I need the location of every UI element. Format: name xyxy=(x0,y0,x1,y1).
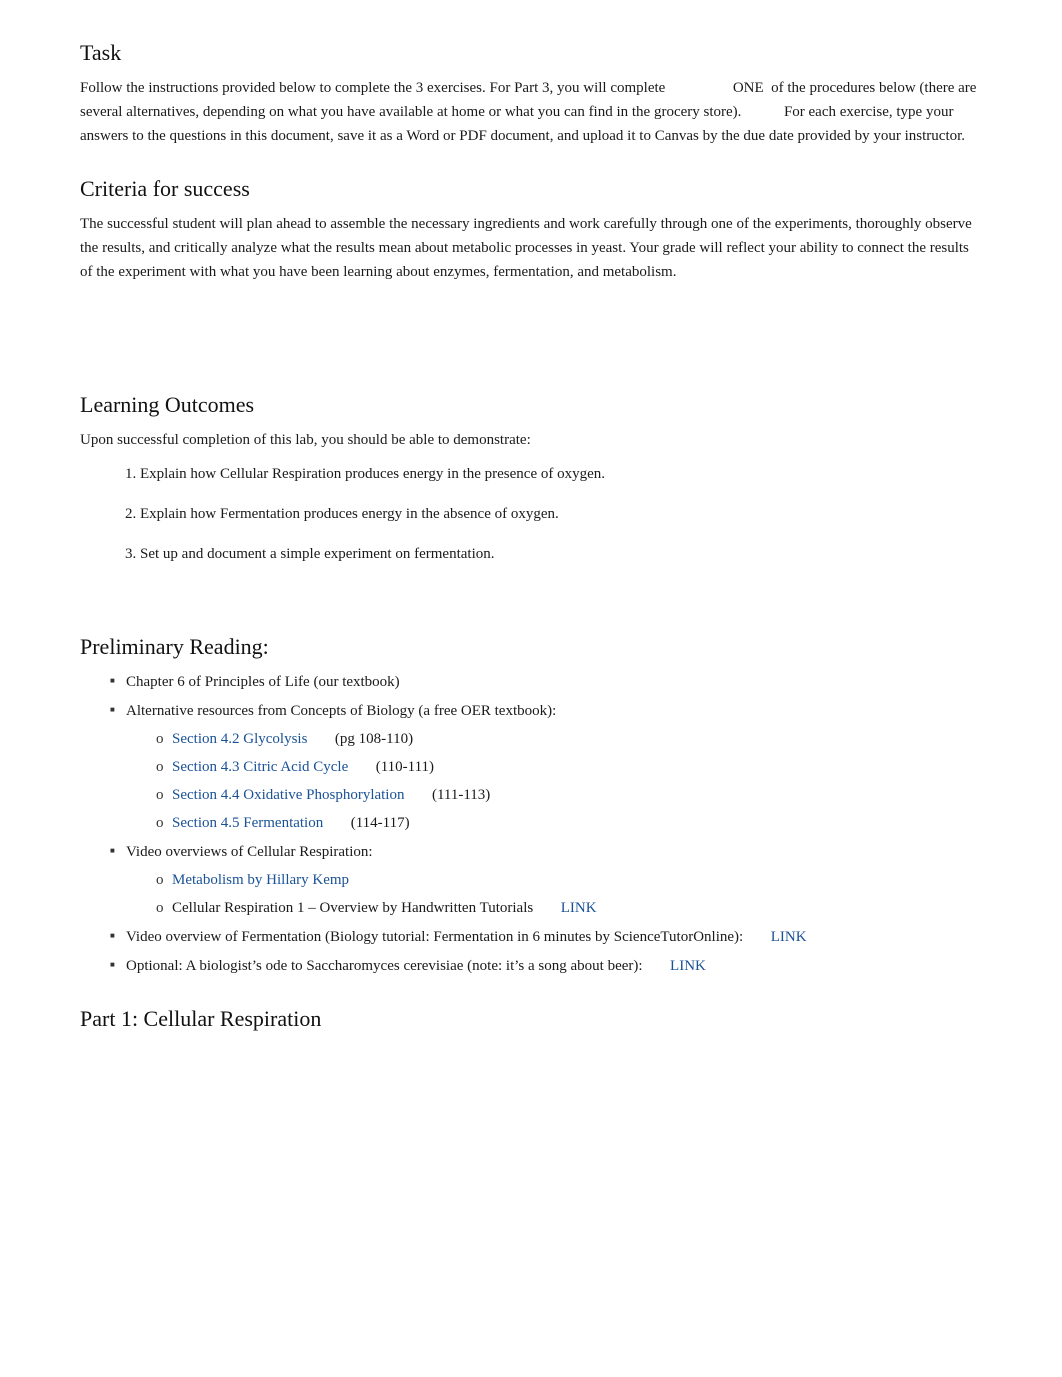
list-item: Section 4.2 Glycolysis (pg 108-110) xyxy=(156,727,982,751)
list-item: Chapter 6 of Principles of Life (our tex… xyxy=(110,670,982,694)
section-4-4-link[interactable]: Section 4.4 Oxidative Phosphorylation xyxy=(172,787,404,803)
bullet4-text: Video overview of Fermentation (Biology … xyxy=(126,929,743,945)
list-item: Optional: A biologist’s ode to Saccharom… xyxy=(110,954,982,978)
optional-song-link[interactable]: LINK xyxy=(670,958,706,974)
spacer3 xyxy=(80,594,982,634)
criteria-body: The successful student will plan ahead t… xyxy=(80,212,982,284)
list-item: Metabolism by Hillary Kemp xyxy=(156,868,982,892)
spacer2 xyxy=(80,352,982,392)
spacer1 xyxy=(80,312,982,352)
list-item: Section 4.4 Oxidative Phosphorylation (1… xyxy=(156,783,982,807)
list-item: Alternative resources from Concepts of B… xyxy=(110,699,982,835)
list-item: Explain how Cellular Respiration produce… xyxy=(140,462,982,486)
bullet5-text: Optional: A biologist’s ode to Saccharom… xyxy=(126,958,643,974)
section-4-5-link[interactable]: Section 4.5 Fermentation xyxy=(172,815,323,831)
sub-reading-list: Section 4.2 Glycolysis (pg 108-110) Sect… xyxy=(126,727,982,835)
section-4-5-pages: (114-117) xyxy=(351,815,410,831)
criteria-heading: Criteria for success xyxy=(80,176,982,202)
bullet1-text: Chapter 6 of Principles of Life (our tex… xyxy=(126,674,400,690)
section-4-3-pages: (110-111) xyxy=(376,759,434,775)
list-item: Video overview of Fermentation (Biology … xyxy=(110,925,982,949)
criteria-section: Criteria for success The successful stud… xyxy=(80,176,982,284)
list-item: Cellular Respiration 1 – Overview by Han… xyxy=(156,896,982,920)
bullet2-text: Alternative resources from Concepts of B… xyxy=(126,703,556,719)
part1-heading: Part 1: Cellular Respiration xyxy=(80,1006,982,1032)
task-heading: Task xyxy=(80,40,982,66)
section-4-4-pages: (111-113) xyxy=(432,787,490,803)
preliminary-reading-section: Preliminary Reading: Chapter 6 of Princi… xyxy=(80,634,982,978)
cellular-resp-text: Cellular Respiration 1 – Overview by Han… xyxy=(172,900,533,916)
preliminary-reading-heading: Preliminary Reading: xyxy=(80,634,982,660)
list-item: Section 4.5 Fermentation (114-117) xyxy=(156,811,982,835)
learning-item-2: Explain how Fermentation produces energy… xyxy=(140,506,559,522)
learning-outcomes-intro: Upon successful completion of this lab, … xyxy=(80,428,982,452)
video-list: Metabolism by Hillary Kemp Cellular Resp… xyxy=(126,868,982,920)
list-item: Set up and document a simple experiment … xyxy=(140,542,982,566)
list-item: Video overviews of Cellular Respiration:… xyxy=(110,840,982,920)
learning-outcomes-heading: Learning Outcomes xyxy=(80,392,982,418)
learning-outcomes-list: Explain how Cellular Respiration produce… xyxy=(80,462,982,566)
learning-item-1: Explain how Cellular Respiration produce… xyxy=(140,466,605,482)
metabolism-link[interactable]: Metabolism by Hillary Kemp xyxy=(172,872,349,888)
list-item: Explain how Fermentation produces energy… xyxy=(140,502,982,526)
task-section: Task Follow the instructions provided be… xyxy=(80,40,982,148)
list-item: Section 4.3 Citric Acid Cycle (110-111) xyxy=(156,755,982,779)
bullet3-text: Video overviews of Cellular Respiration: xyxy=(126,844,373,860)
learning-outcomes-section: Learning Outcomes Upon successful comple… xyxy=(80,392,982,566)
learning-item-3: Set up and document a simple experiment … xyxy=(140,546,495,562)
fermentation-video-link[interactable]: LINK xyxy=(771,929,807,945)
section-4-2-link[interactable]: Section 4.2 Glycolysis xyxy=(172,731,307,747)
task-body: Follow the instructions provided below t… xyxy=(80,76,982,148)
preliminary-reading-list: Chapter 6 of Principles of Life (our tex… xyxy=(80,670,982,978)
section-4-2-pages: (pg 108-110) xyxy=(335,731,413,747)
section-4-3-link[interactable]: Section 4.3 Citric Acid Cycle xyxy=(172,759,348,775)
cellular-resp-link[interactable]: LINK xyxy=(561,900,597,916)
part1-section: Part 1: Cellular Respiration xyxy=(80,1006,982,1032)
